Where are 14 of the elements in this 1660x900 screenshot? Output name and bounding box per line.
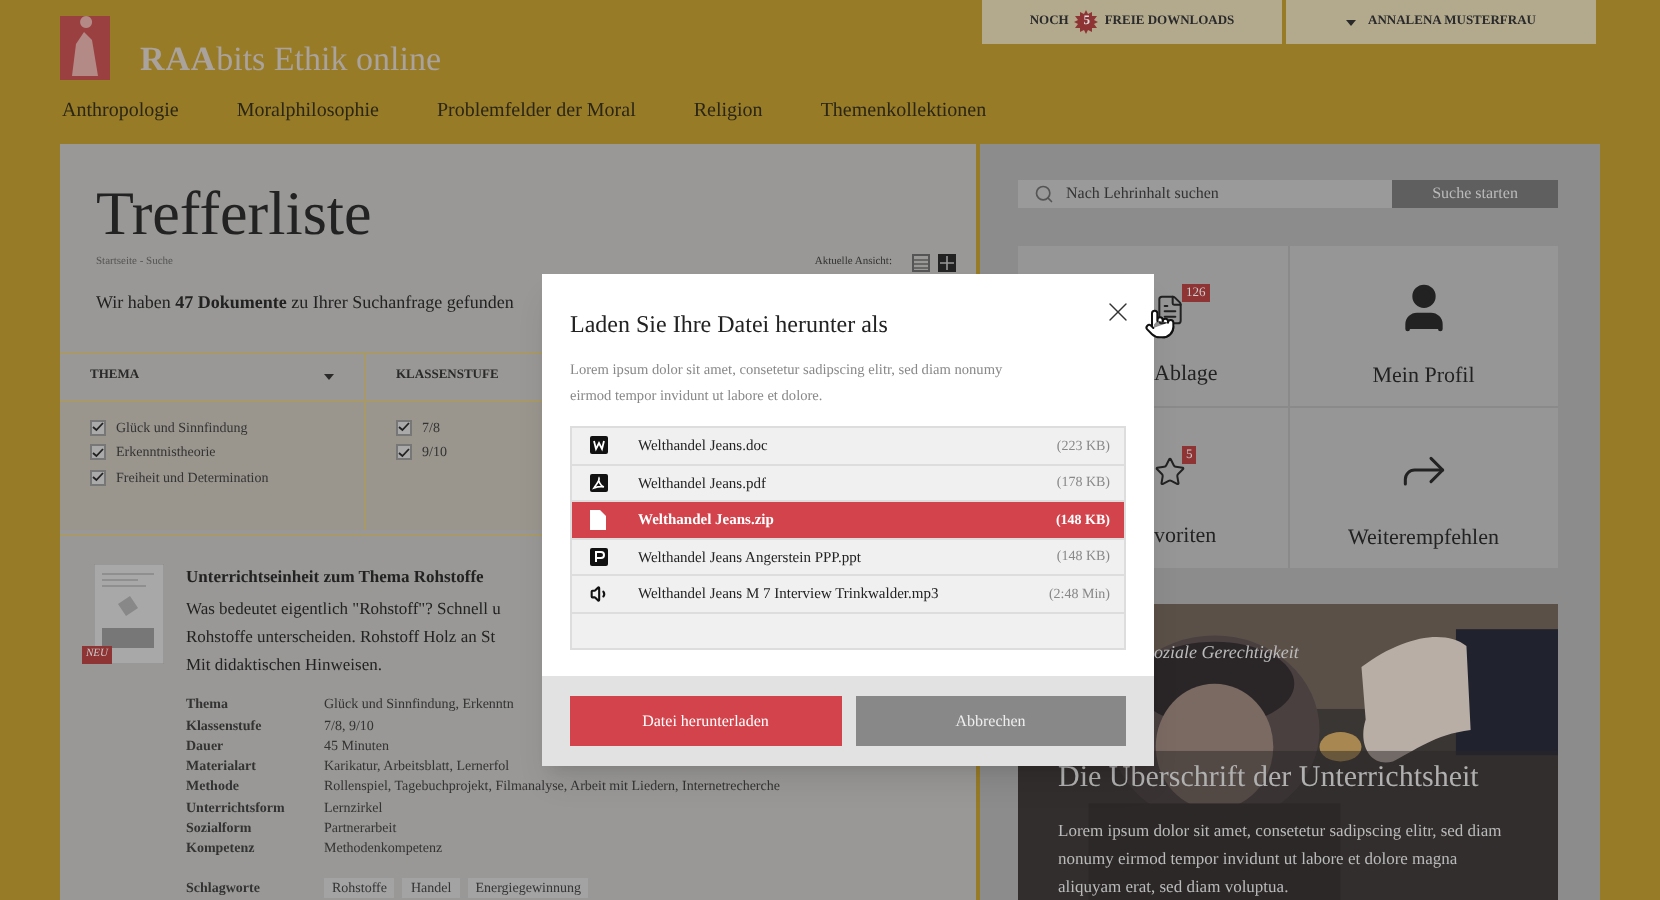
tile-label: Weiterempfehlen xyxy=(1348,524,1499,554)
tile-label: Mein Profil xyxy=(1372,362,1475,392)
site-title: RAAbits Ethik online xyxy=(140,38,441,82)
page-title: Trefferliste xyxy=(96,180,372,248)
tile-label: voriten xyxy=(1154,522,1217,552)
feature-headline: Die Überschrift der Unterrichtsheit xyxy=(1058,759,1479,797)
result-description: Rohstoffe unterscheiden. Rohstoff Holz an St xyxy=(186,624,496,651)
result-description: Mit didaktischen Hinweisen. xyxy=(186,652,382,679)
dialog-title: Laden Sie Ihre Datei herunter als xyxy=(570,308,888,342)
results-summary: Wir haben 47 Dokumente zu Ihrer Suchanfrage gefunden xyxy=(96,290,514,316)
result-description: Was bedeutet eigentlich "Rohstoff"? Schnell u xyxy=(186,596,501,623)
feature-text: Lorem ipsum dolor sit amet, consetetur sadipscing elitr, sed diam nonumy eirmod tempor invidunt ut labore et dolore magna aliquyam erat, sed diam voluptua. xyxy=(1058,818,1504,900)
feature-category: oziale Gerechtigkeit xyxy=(1154,640,1299,666)
tile-label: Ablage xyxy=(1154,360,1218,390)
